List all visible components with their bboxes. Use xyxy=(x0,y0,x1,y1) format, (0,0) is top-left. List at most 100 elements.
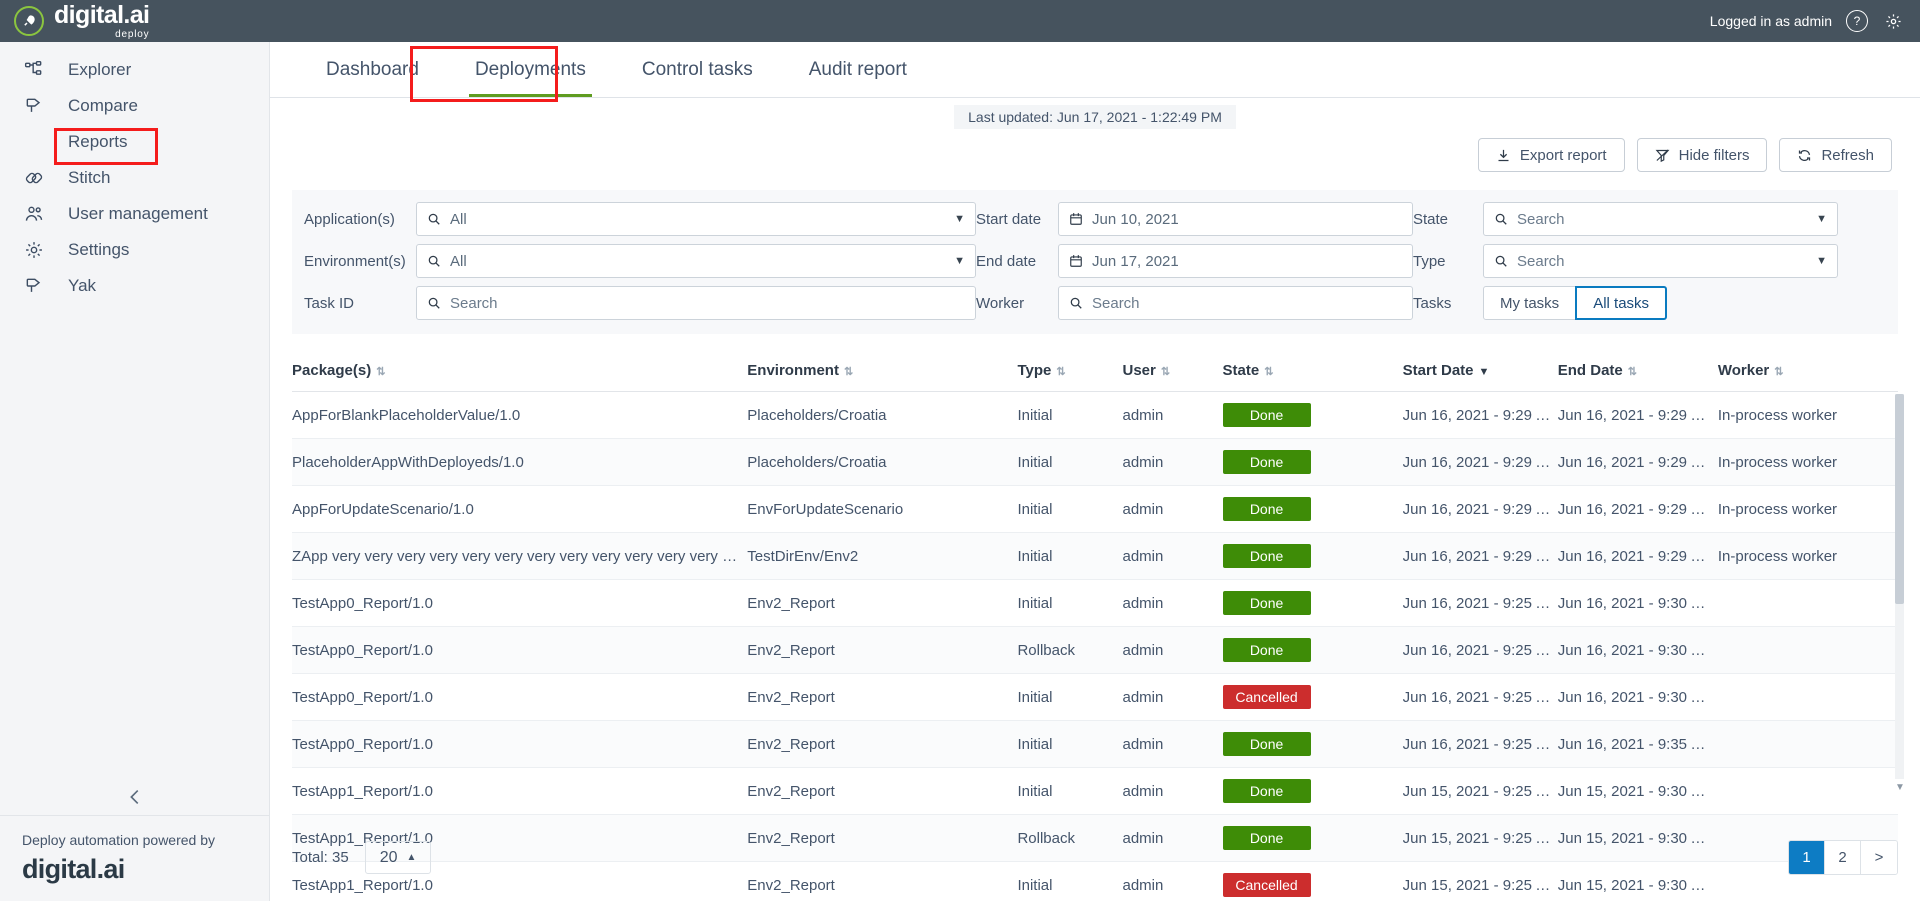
page-size-select[interactable]: 20 ▲ xyxy=(364,841,432,874)
sidebar-item-compare[interactable]: Compare xyxy=(0,88,269,124)
footer-text: Deploy automation powered by xyxy=(22,832,216,848)
cell-start-date: Jun 15, 2021 - 9:25 A… xyxy=(1402,767,1558,815)
type-label: Type xyxy=(1413,252,1446,270)
cell-type: Initial xyxy=(1017,438,1123,486)
column-header-packages[interactable]: Package(s) ⇅ xyxy=(292,350,748,392)
table-scrollbar[interactable] xyxy=(1895,394,1904,779)
cell-worker: In-process worker xyxy=(1717,438,1898,486)
export-report-label: Export report xyxy=(1519,146,1607,164)
cell-start-date: Jun 16, 2021 - 9:25 A… xyxy=(1402,720,1558,768)
table-row[interactable]: TestApp0_Report/1.0 Env2_Report Initial adm… xyxy=(292,673,1898,721)
cell-worker: In-process worker xyxy=(1717,532,1898,580)
column-header-end-date[interactable]: End Date ⇅ xyxy=(1557,350,1718,392)
tab-control-tasks[interactable]: Control tasks xyxy=(614,43,781,97)
all-tasks-button[interactable]: All tasks xyxy=(1575,286,1668,320)
tab-label: Control tasks xyxy=(641,59,753,80)
sidebar-item-yak[interactable]: Yak xyxy=(0,268,269,304)
chevron-left-icon xyxy=(129,789,138,805)
sidebar-item-label: Compare xyxy=(68,96,138,115)
tab-dashboard[interactable]: Dashboard xyxy=(298,43,447,97)
table-row[interactable]: TestApp0_Report/1.0 Env2_Report Rollback ad… xyxy=(292,626,1898,674)
column-header-user[interactable]: User ⇅ xyxy=(1122,350,1223,392)
page-button-1[interactable]: 1 xyxy=(1789,841,1825,874)
page-next-button[interactable]: > xyxy=(1861,841,1897,874)
table-row[interactable]: ZApp very very very very very very very … xyxy=(292,532,1898,580)
gear-icon[interactable] xyxy=(1882,10,1904,32)
filter-slash-icon xyxy=(1655,148,1670,162)
calendar-icon xyxy=(1070,255,1082,267)
cell-type: Initial xyxy=(1017,579,1123,627)
state-select[interactable]: Search ▼ xyxy=(1483,202,1838,236)
status-badge: Done xyxy=(1222,591,1311,615)
users-icon xyxy=(22,204,46,224)
column-label: Environment xyxy=(747,362,839,379)
search-icon xyxy=(1495,213,1507,225)
start-date-input[interactable]: Jun 10, 2021 xyxy=(1058,202,1413,236)
page-button-2[interactable]: 2 xyxy=(1825,841,1861,874)
cell-user: admin xyxy=(1122,626,1223,674)
sidebar-item-label: Settings xyxy=(68,240,130,259)
status-badge: Done xyxy=(1222,638,1311,662)
end-date-input[interactable]: Jun 17, 2021 xyxy=(1058,244,1413,278)
search-icon xyxy=(428,297,440,309)
cell-start-date: Jun 16, 2021 - 9:25 A… xyxy=(1402,673,1558,721)
scroll-down-arrow[interactable]: ▼ xyxy=(1895,782,1905,793)
chevron-down-icon: ▼ xyxy=(1816,213,1827,225)
sidebar-item-settings[interactable]: Settings xyxy=(0,232,269,268)
export-report-button[interactable]: Export report xyxy=(1477,138,1625,172)
column-header-start-date[interactable]: Start Date ▼ xyxy=(1402,350,1558,392)
cell-state: Done xyxy=(1222,391,1403,439)
tab-deployments[interactable]: Deployments xyxy=(447,43,614,97)
sidebar-item-reports[interactable]: Reports xyxy=(0,124,269,160)
environments-select[interactable]: All ▼ xyxy=(416,244,976,278)
cell-package: ZApp very very very very very very very … xyxy=(292,532,748,580)
type-select[interactable]: Search ▼ xyxy=(1483,244,1838,278)
refresh-button[interactable]: Refresh xyxy=(1779,138,1892,172)
table-row[interactable]: AppForUpdateScenario/1.0 EnvForUpdateScen… xyxy=(292,485,1898,533)
cell-environment: EnvForUpdateScenario xyxy=(747,485,1018,533)
start-date-label: Start date xyxy=(976,210,1042,228)
app-logo[interactable]: digital.ai deploy xyxy=(0,2,150,40)
task-id-input[interactable]: Search xyxy=(416,286,976,320)
cell-type: Initial xyxy=(1017,485,1123,533)
last-updated-row: Last updated: Jun 17, 2021 - 1:22:49 PM xyxy=(270,98,1920,136)
table-row[interactable]: TestApp0_Report/1.0 Env2_Report Initial adm… xyxy=(292,579,1898,627)
sidebar-item-stitch[interactable]: Stitch xyxy=(0,160,269,196)
status-badge: Done xyxy=(1222,403,1311,427)
column-header-state[interactable]: State ⇅ xyxy=(1222,350,1403,392)
sidebar-collapse-button[interactable] xyxy=(0,786,269,808)
download-icon xyxy=(1498,149,1509,161)
table-row[interactable]: TestApp0_Report/1.0 Env2_Report Initial adm… xyxy=(292,720,1898,768)
cell-state: Done xyxy=(1222,485,1403,533)
cell-package: TestApp0_Report/1.0 xyxy=(292,626,748,674)
table-row[interactable]: AppForBlankPlaceholderValue/1.0 Placehold… xyxy=(292,391,1898,439)
column-header-type[interactable]: Type ⇅ xyxy=(1017,350,1123,392)
help-circle-icon[interactable]: ? xyxy=(1846,10,1868,32)
pagination-bar: Total: 35 20 ▲ 1 2 > xyxy=(292,840,1898,875)
table-row[interactable]: TestApp1_Report/1.0 Env2_Report Initial adm… xyxy=(292,767,1898,815)
cell-type: Initial xyxy=(1017,673,1123,721)
column-header-worker[interactable]: Worker ⇅ xyxy=(1717,350,1898,392)
column-label: Type xyxy=(1017,362,1052,379)
cell-package: TestApp0_Report/1.0 xyxy=(292,579,748,627)
tab-audit-report[interactable]: Audit report xyxy=(781,43,935,97)
column-label: User xyxy=(1122,362,1156,379)
sidebar-item-label: Yak xyxy=(68,276,97,295)
cell-start-date: Jun 16, 2021 - 9:25 A… xyxy=(1402,579,1558,627)
page-size-value: 20 xyxy=(379,848,398,866)
cell-end-date: Jun 16, 2021 - 9:30 A… xyxy=(1557,579,1718,627)
tab-label: Deployments xyxy=(474,59,586,80)
top-bar: digital.ai deploy Logged in as admin ? xyxy=(0,0,1920,42)
sidebar-item-user-management[interactable]: User management xyxy=(0,196,269,232)
sidebar-item-explorer[interactable]: Explorer xyxy=(0,52,269,88)
my-tasks-button[interactable]: My tasks xyxy=(1483,286,1577,320)
search-icon xyxy=(1495,255,1507,267)
worker-input[interactable]: Search xyxy=(1058,286,1413,320)
hide-filters-button[interactable]: Hide filters xyxy=(1636,138,1768,172)
table-row[interactable]: PlaceholderAppWithDeployeds/1.0 Placehold… xyxy=(292,438,1898,486)
applications-select[interactable]: All ▼ xyxy=(416,202,976,236)
table-scrollbar-thumb[interactable] xyxy=(1895,394,1904,604)
cell-type: Initial xyxy=(1017,720,1123,768)
column-header-environment[interactable]: Environment ⇅ xyxy=(747,350,1018,392)
cell-end-date: Jun 16, 2021 - 9:30 A… xyxy=(1557,626,1718,674)
